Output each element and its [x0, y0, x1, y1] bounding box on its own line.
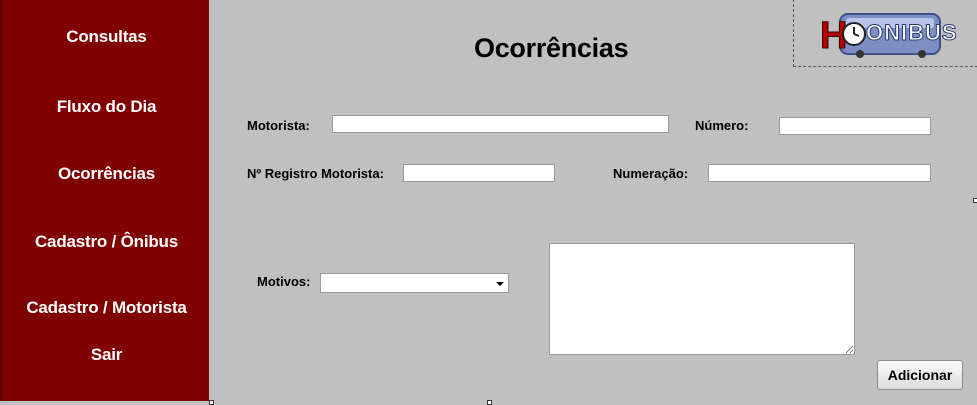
numeracao-field[interactable]	[708, 164, 931, 182]
resize-handle[interactable]	[487, 400, 492, 405]
numeracao-label: Numeração:	[613, 166, 689, 181]
resize-handle[interactable]	[209, 400, 214, 405]
sidebar-item-consultas[interactable]: Consultas	[2, 27, 211, 47]
motivos-label: Motivos:	[257, 274, 311, 289]
description-textarea[interactable]	[549, 243, 855, 355]
motorista-label: Motorista:	[247, 118, 310, 133]
sidebar: Consultas Fluxo do Dia Ocorrências Cadas…	[0, 0, 209, 401]
sidebar-item-cadastro-onibus[interactable]: Cadastro / Ônibus	[2, 232, 211, 252]
dropdown-arrow-icon[interactable]	[496, 282, 504, 286]
sidebar-item-fluxo-do-dia[interactable]: Fluxo do Dia	[2, 97, 211, 117]
sidebar-item-ocorrencias[interactable]: Ocorrências	[2, 164, 211, 184]
numero-label: Número:	[695, 118, 749, 133]
page-title: Ocorrências	[474, 33, 629, 63]
registro-motorista-field[interactable]	[403, 164, 555, 182]
registro-motorista-label: Nº Registro Motorista:	[247, 166, 384, 181]
sidebar-item-sair[interactable]: Sair	[2, 345, 211, 365]
logo: H ONIBUS	[818, 8, 957, 58]
motorista-field[interactable]	[332, 115, 669, 133]
add-button[interactable]: Adicionar	[877, 360, 963, 390]
clock-icon	[842, 22, 866, 46]
resize-handle[interactable]	[973, 198, 977, 203]
logo-text: ONIBUS	[866, 20, 958, 46]
numero-field[interactable]	[779, 117, 931, 135]
sidebar-item-cadastro-motorista[interactable]: Cadastro / Motorista	[2, 298, 211, 318]
motivos-select[interactable]	[320, 273, 509, 293]
